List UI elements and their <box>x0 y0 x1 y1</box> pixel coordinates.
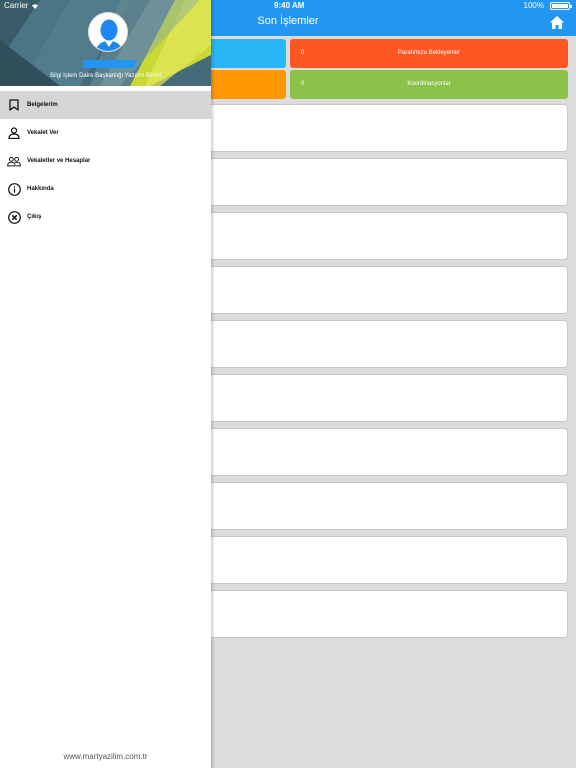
drawer-header: Bilgi İşlem Daire Başkanlığı Yazılım Bir… <box>0 0 211 86</box>
menu-item-label: Vekalet Ver <box>27 130 59 136</box>
menu-item-cikis[interactable]: Çıkış <box>0 203 211 231</box>
list-item[interactable] <box>200 212 568 260</box>
user-department: Bilgi İşlem Daire Başkanlığı Yazılım Bir… <box>50 73 161 79</box>
tile-awaiting-initial[interactable]: 0 Parafımıza Bekleyenler <box>290 39 568 68</box>
wifi-icon <box>32 3 39 9</box>
drawer-shadow <box>211 0 215 768</box>
user-avatar-icon <box>89 13 127 51</box>
people-icon <box>7 154 21 168</box>
close-circle-icon <box>7 210 21 224</box>
tile-label: Parafımıza Bekleyenler <box>397 50 461 56</box>
carrier-label: Carrier <box>4 1 29 10</box>
list-item[interactable] <box>200 266 568 314</box>
avatar[interactable] <box>88 12 128 52</box>
info-icon <box>7 182 21 196</box>
menu-item-hakkinda[interactable]: Hakkında <box>0 175 211 203</box>
list-item[interactable] <box>200 320 568 368</box>
list-item[interactable] <box>200 374 568 422</box>
carrier: Carrier <box>4 1 39 10</box>
clock: 9:40 AM <box>274 1 305 10</box>
battery-percent: 100% <box>523 1 544 10</box>
list-item[interactable] <box>200 428 568 476</box>
person-icon <box>7 126 21 140</box>
menu-item-vekaletler-ve-hesaplar[interactable]: Vekaletler ve Hesaplar <box>0 147 211 175</box>
menu-item-label: Vekaletler ve Hesaplar <box>27 158 91 164</box>
drawer-menu: Belgelerim Vekalet Ver Vekaletler ve Hes… <box>0 91 211 231</box>
user-name <box>83 60 135 68</box>
menu-item-label: Belgelerim <box>27 102 58 108</box>
menu-item-belgelerim[interactable]: Belgelerim <box>0 91 211 119</box>
tile-coordinations[interactable]: 0 Koordinasyonlar <box>290 70 568 99</box>
list-item[interactable] <box>200 482 568 530</box>
home-icon[interactable] <box>550 16 564 29</box>
menu-item-label: Çıkış <box>27 214 42 220</box>
menu-item-vekalet-ver[interactable]: Vekalet Ver <box>0 119 211 147</box>
footer-website[interactable]: www.martyazilim.com.tr <box>0 752 211 761</box>
bookmark-icon <box>7 98 21 112</box>
side-drawer: Bilgi İşlem Daire Başkanlığı Yazılım Bir… <box>0 0 211 768</box>
list-item[interactable] <box>200 590 568 638</box>
page-title-text: Son İşlemler <box>257 15 319 27</box>
list-item[interactable] <box>200 158 568 206</box>
tile-label: Koordinasyonlar <box>407 81 451 87</box>
menu-item-label: Hakkında <box>27 186 54 192</box>
status-bar: Carrier 9:40 AM 100% <box>0 0 576 12</box>
list-item[interactable] <box>200 104 568 152</box>
battery-icon <box>550 2 572 10</box>
list-item[interactable] <box>200 536 568 584</box>
